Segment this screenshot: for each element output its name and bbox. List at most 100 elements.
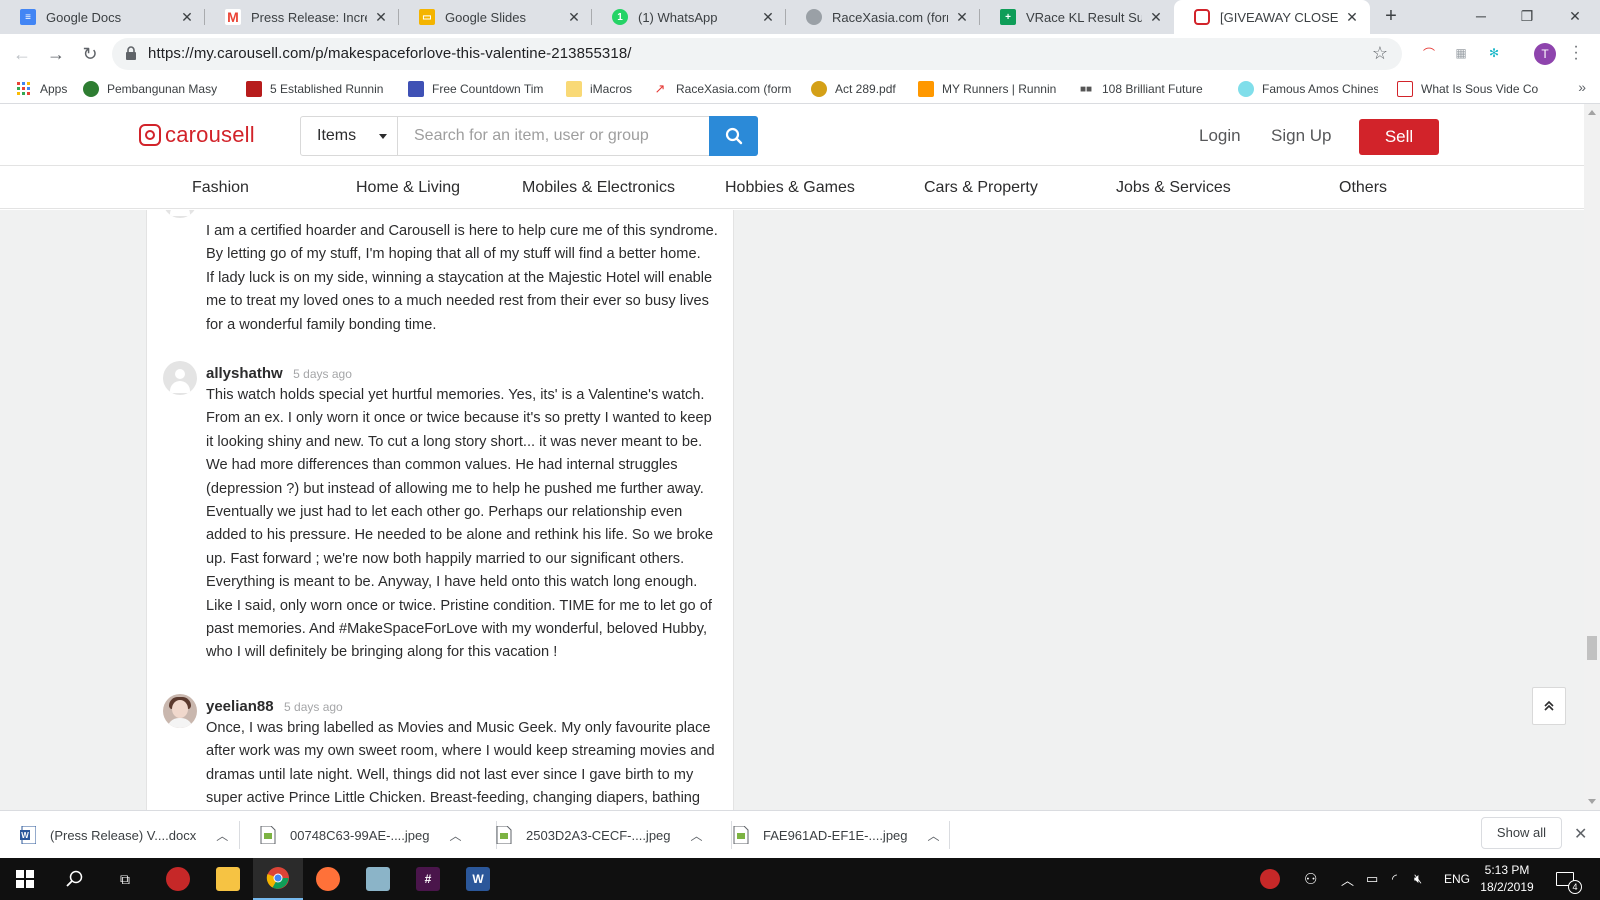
bookmark-star-icon[interactable]: ☆ [1372, 43, 1388, 64]
taskbar-app[interactable]: # [403, 858, 453, 900]
close-tab-icon[interactable]: ✕ [179, 9, 195, 26]
system-clock[interactable]: 5:13 PM 18/2/2019 [1471, 862, 1543, 896]
more-bookmarks-icon[interactable]: » [1578, 79, 1586, 95]
bookmark-item[interactable]: iMacros [566, 80, 632, 98]
comment-username[interactable]: yeelian88 [206, 698, 274, 715]
category-others[interactable]: Others [1339, 179, 1387, 197]
task-view-icon: ⧉ [120, 870, 130, 887]
close-tab-icon[interactable]: ✕ [566, 9, 582, 26]
profile-avatar[interactable]: T [1534, 43, 1556, 65]
download-item[interactable]: 2503D2A3-CECF-....jpeg ︿ [496, 811, 732, 859]
download-item[interactable]: 00748C63-99AE-....jpeg ︿ [260, 811, 497, 859]
maximize-window-button[interactable]: ❐ [1504, 0, 1550, 34]
browser-tab[interactable]: ≡ Google Docs ✕ [0, 0, 205, 34]
volume-muted-icon[interactable]: 🔇︎ [1414, 858, 1422, 900]
chevron-up-icon[interactable]: ︿ [691, 827, 703, 844]
extension-rainbow-icon[interactable]: ⌒ [1419, 43, 1439, 63]
category-home-living[interactable]: Home & Living [356, 179, 460, 197]
scroll-to-top-button[interactable] [1532, 687, 1566, 725]
download-item[interactable]: W (Press Release) V....docx ︿ [20, 811, 240, 859]
taskbar-app[interactable]: W [453, 858, 503, 900]
action-center-icon[interactable]: 4 [1556, 858, 1582, 900]
search-category-dropdown[interactable]: Items [301, 117, 398, 155]
input-language[interactable]: ENG [1444, 858, 1470, 900]
user-avatar[interactable] [163, 361, 197, 395]
bookmark-item[interactable]: Free Countdown Tim [408, 80, 550, 98]
close-tab-icon[interactable]: ✕ [1344, 9, 1360, 26]
browser-tab[interactable]: ▭ Google Slides ✕ [399, 0, 592, 34]
page-scrollbar[interactable] [1584, 104, 1600, 810]
search-button[interactable] [709, 116, 758, 156]
download-item[interactable]: FAE961AD-EF1E-....jpeg ︿ [733, 811, 950, 859]
search-taskbar-button[interactable] [50, 858, 100, 900]
bookmark-item[interactable]: Famous Amos Chines [1238, 80, 1378, 98]
search-input[interactable] [398, 117, 709, 155]
comment-username[interactable]: allyshathw [206, 365, 283, 382]
bookmark-item[interactable]: ■■ 108 Brilliant Future [1078, 80, 1218, 98]
browser-tab[interactable]: 1 (1) WhatsApp ✕ [592, 0, 786, 34]
bookmark-apps[interactable]: Apps [16, 80, 67, 98]
wifi-icon[interactable]: ◜ [1392, 858, 1397, 900]
login-link[interactable]: Login [1199, 126, 1241, 146]
taskbar-app[interactable] [153, 858, 203, 900]
show-all-downloads-button[interactable]: Show all [1481, 817, 1562, 849]
battery-icon[interactable]: ▭ [1366, 858, 1378, 900]
start-button[interactable] [0, 858, 50, 900]
taskbar-app[interactable] [353, 858, 403, 900]
back-button[interactable]: ← [10, 42, 34, 66]
browser-menu-icon[interactable]: · · · [1572, 39, 1580, 67]
user-avatar[interactable] [163, 210, 197, 218]
category-hobbies-games[interactable]: Hobbies & Games [725, 179, 855, 197]
reload-button[interactable]: ↻ [78, 42, 102, 66]
category-nav: Fashion Home & Living Mobiles & Electron… [0, 167, 1584, 209]
scroll-down-arrow-icon[interactable] [1588, 799, 1596, 804]
close-window-button[interactable]: ✕ [1552, 0, 1598, 34]
taskbar-app-chrome[interactable] [253, 858, 303, 900]
show-hidden-icons-icon[interactable]: ︿ [1341, 858, 1354, 900]
tab-title: Press Release: Increase [251, 9, 367, 25]
category-fashion[interactable]: Fashion [192, 179, 249, 197]
clock-date: 18/2/2019 [1480, 880, 1534, 894]
signup-link[interactable]: Sign Up [1271, 126, 1331, 146]
close-tab-icon[interactable]: ✕ [954, 9, 970, 26]
close-tab-icon[interactable]: ✕ [1148, 9, 1164, 26]
forward-button[interactable]: → [44, 42, 68, 66]
extension-gear-icon[interactable]: ✻ [1484, 43, 1504, 63]
bookmark-item[interactable]: What Is Sous Vide Co [1397, 80, 1541, 98]
browser-tab-active[interactable]: [GIVEAWAY CLOSED] # ✕ [1174, 0, 1370, 34]
task-view-button[interactable]: ⧉ [100, 858, 150, 900]
tray-antivirus-icon[interactable] [1260, 858, 1280, 900]
bookmark-item[interactable]: Pembangunan Masy [83, 80, 233, 98]
notification-count-badge: 4 [1568, 880, 1582, 894]
user-avatar[interactable] [163, 694, 197, 728]
chevron-up-icon[interactable]: ︿ [928, 827, 940, 844]
chevron-up-icon[interactable]: ︿ [216, 827, 228, 844]
bookmark-item[interactable]: 5 Established Runnin [246, 80, 394, 98]
bookmark-item[interactable]: MY Runners | Runnin [918, 80, 1062, 98]
minimize-window-button[interactable]: ─ [1458, 0, 1504, 34]
bookmark-item[interactable]: ↗ RaceXasia.com (form [652, 80, 792, 98]
browser-tab[interactable]: RaceXasia.com (former ✕ [786, 0, 980, 34]
close-download-shelf-icon[interactable]: ✕ [1574, 824, 1587, 844]
carousell-logo[interactable]: carousell [139, 122, 255, 148]
tab-title: Google Slides [445, 9, 526, 25]
scrollbar-thumb[interactable] [1587, 636, 1597, 660]
browser-tab[interactable]: M Press Release: Increase ✕ [205, 0, 399, 34]
bookmark-item[interactable]: Act 289.pdf [811, 80, 896, 98]
browser-tab[interactable]: + VRace KL Result Submi ✕ [980, 0, 1174, 34]
taskbar-app[interactable] [303, 858, 353, 900]
close-tab-icon[interactable]: ✕ [373, 9, 389, 26]
address-bar[interactable]: https://my.carousell.com/p/makespaceforl… [112, 38, 1402, 70]
comment-text-line: This watch holds special yet hurtful mem… [206, 387, 705, 403]
category-mobiles-electronics[interactable]: Mobiles & Electronics [522, 179, 675, 197]
category-jobs-services[interactable]: Jobs & Services [1116, 179, 1231, 197]
category-cars-property[interactable]: Cars & Property [924, 179, 1038, 197]
scroll-up-arrow-icon[interactable] [1588, 110, 1596, 115]
taskbar-app[interactable] [203, 858, 253, 900]
new-tab-button[interactable]: + [1379, 5, 1403, 29]
people-icon[interactable]: ⚇ [1304, 858, 1317, 900]
chevron-up-icon[interactable]: ︿ [449, 827, 461, 844]
close-tab-icon[interactable]: ✕ [760, 9, 776, 26]
sell-button[interactable]: Sell [1359, 119, 1439, 155]
extension-translate-icon[interactable]: ▦ [1451, 43, 1471, 63]
